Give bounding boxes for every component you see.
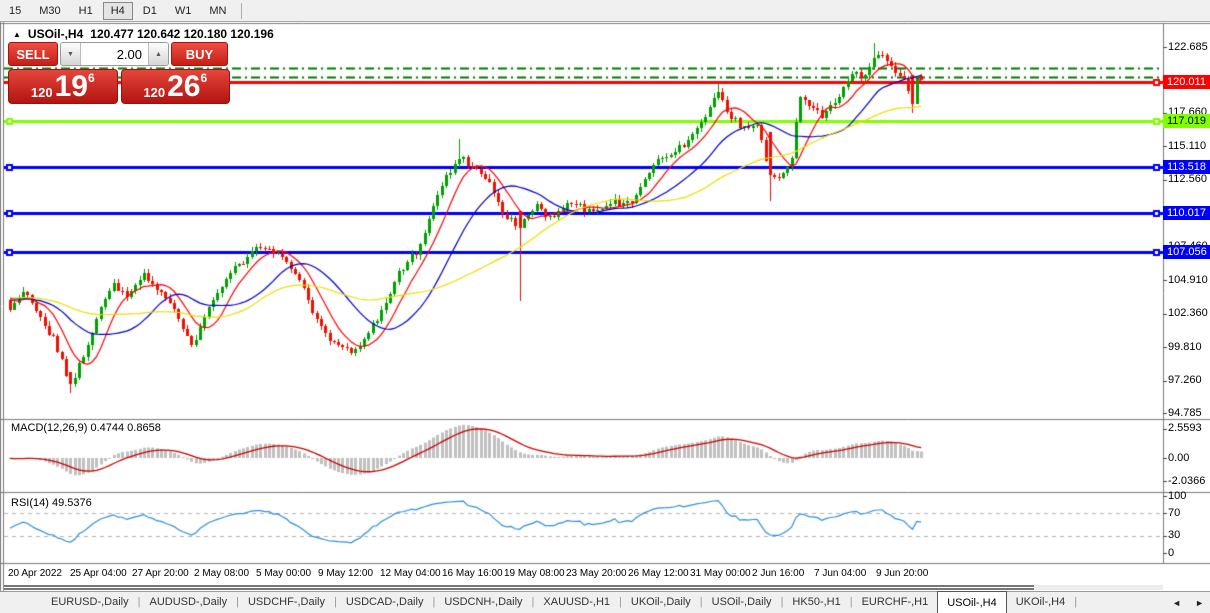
- chart-horizontal-scrollbar[interactable]: [4, 585, 1163, 590]
- time-axis-label: 7 Jun 04:00: [814, 568, 866, 579]
- macd-axis-tick: -2.0366: [1168, 475, 1205, 487]
- period-button-h1[interactable]: H1: [71, 2, 101, 20]
- time-axis-label: 9 Jun 20:00: [876, 568, 928, 579]
- chart-tab-usdcaddaily[interactable]: USDCAD-,Daily: [337, 592, 433, 613]
- mt4-window: 15M30H1H4D1W1MN ▲ USOil-,H4 120.477 120.…: [0, 0, 1210, 613]
- time-axis-label: 31 May 00:00: [690, 568, 751, 579]
- period-button-h4[interactable]: H4: [103, 2, 133, 20]
- volume-increase-button[interactable]: ▲: [148, 43, 168, 65]
- rsi-axis-tick: 30: [1168, 529, 1180, 541]
- time-axis-label: 19 May 08:00: [504, 568, 565, 579]
- time-axis-label: 12 May 04:00: [380, 568, 441, 579]
- price-axis-tick: 122.685: [1168, 41, 1208, 53]
- sell-price-main: 19: [55, 74, 88, 100]
- chart-tab-audusddaily[interactable]: AUDUSD-,Daily: [140, 592, 236, 613]
- volume-input[interactable]: [81, 43, 148, 65]
- chart-tab-eurchfh1[interactable]: EURCHF-,H1: [853, 592, 938, 613]
- tab-scroll-buttons: ◄ ►: [1172, 592, 1204, 613]
- chart-tab-eurusddaily[interactable]: EURUSD-,Daily: [42, 592, 138, 613]
- price-line-badge: 107.056: [1163, 245, 1210, 259]
- price-line-badge: 120.011: [1163, 75, 1210, 89]
- chart-title: ▲ USOil-,H4 120.477 120.642 120.180 120.…: [13, 27, 274, 41]
- macd-axis-tick: 0.00: [1168, 452, 1189, 464]
- period-button-15[interactable]: 15: [1, 2, 29, 20]
- macd-axis-tick: 2.5593: [1168, 422, 1202, 434]
- volume-decrease-button[interactable]: ▼: [61, 43, 81, 65]
- sell-price-prefix: 120: [31, 85, 53, 100]
- time-axis-label: 9 May 12:00: [318, 568, 373, 579]
- toolbar-separator: [241, 3, 242, 19]
- rsi-axis-tick: 100: [1168, 490, 1186, 502]
- time-axis-label: 25 Apr 04:00: [70, 568, 127, 579]
- chart-symbol-label: USOil-,H4: [28, 27, 83, 41]
- chart-tab-xauusdh1[interactable]: XAUUSD-,H1: [534, 592, 619, 613]
- collapse-triangle-icon: ▲: [13, 30, 21, 39]
- rsi-indicator-label: RSI(14) 49.5376: [11, 497, 92, 509]
- rsi-axis-tick: 70: [1168, 507, 1180, 519]
- buy-button[interactable]: BUY: [171, 42, 228, 66]
- sell-price-pip: 6: [88, 71, 95, 85]
- chart-ohlc-values: 120.477 120.642 120.180 120.196: [90, 27, 274, 41]
- tab-divider: |: [1074, 592, 1077, 613]
- tab-scroll-right-icon[interactable]: ►: [1195, 598, 1204, 608]
- scrollbar-thumb[interactable]: [4, 585, 1034, 590]
- price-axis-tick: 102.360: [1168, 307, 1208, 319]
- chart-tab-ukoilh4[interactable]: UKOil-,H4: [1007, 592, 1075, 613]
- time-axis-label: 16 May 16:00: [442, 568, 503, 579]
- time-axis-label: 2 May 08:00: [194, 568, 249, 579]
- price-axis-tick: 104.910: [1168, 274, 1208, 286]
- period-button-mn[interactable]: MN: [201, 2, 234, 20]
- one-click-trading-panel: SELL ▼ ▲ BUY 120 19 6 120 26 6: [8, 42, 230, 104]
- period-button-w1[interactable]: W1: [167, 2, 200, 20]
- tab-scroll-left-icon[interactable]: ◄: [1172, 598, 1181, 608]
- price-axis-tick: 112.560: [1168, 173, 1207, 185]
- price-line-badge: 110.017: [1163, 206, 1210, 220]
- sell-button[interactable]: SELL: [8, 42, 58, 66]
- chart-tab-usdcnhdaily[interactable]: USDCNH-,Daily: [435, 592, 531, 613]
- chart-tab-ukoildaily[interactable]: UKOil-,Daily: [622, 592, 700, 613]
- chart-tab-usoildaily[interactable]: USOil-,Daily: [703, 592, 781, 613]
- chart-tab-usdchfdaily[interactable]: USDCHF-,Daily: [239, 592, 334, 613]
- timeframe-toolbar: 15M30H1H4D1W1MN: [0, 0, 1210, 22]
- price-axis-tick: 94.785: [1168, 407, 1202, 419]
- price-axis-tick: 115.110: [1168, 140, 1206, 152]
- chart-tab-usoilh4[interactable]: USOil-,H4: [937, 591, 1007, 613]
- period-button-d1[interactable]: D1: [135, 2, 165, 20]
- time-axis-label: 2 Jun 16:00: [752, 568, 804, 579]
- buy-price-main: 26: [167, 74, 200, 100]
- time-axis-label: 26 May 12:00: [628, 568, 689, 579]
- volume-stepper: ▼ ▲: [60, 42, 169, 66]
- macd-indicator-label: MACD(12,26,9) 0.4744 0.8658: [11, 422, 161, 434]
- price-axis-tick: 99.810: [1168, 341, 1202, 353]
- time-axis-label: 27 Apr 20:00: [132, 568, 189, 579]
- price-axis[interactable]: 122.685117.660115.110112.560107.460104.9…: [1163, 0, 1210, 613]
- time-axis-label: 20 Apr 2022: [8, 568, 62, 579]
- sell-price-display[interactable]: 120 19 6: [8, 69, 118, 104]
- buy-price-prefix: 120: [143, 85, 165, 100]
- time-axis-label: 5 May 00:00: [256, 568, 311, 579]
- buy-price-display[interactable]: 120 26 6: [121, 69, 231, 104]
- chart-tab-hk50h1[interactable]: HK50-,H1: [783, 592, 849, 613]
- price-line-badge: 113.518: [1163, 160, 1210, 174]
- chart-tabs-bar: EURUSD-,Daily|AUDUSD-,Daily|USDCHF-,Dail…: [0, 591, 1210, 613]
- buy-price-pip: 6: [200, 71, 207, 85]
- price-axis-tick: 97.260: [1168, 374, 1202, 386]
- period-button-m30[interactable]: M30: [31, 2, 68, 20]
- price-line-badge: 117.019: [1163, 114, 1210, 128]
- time-axis-label: 23 May 20:00: [566, 568, 627, 579]
- tabbar-lead-space: [0, 592, 42, 613]
- rsi-axis-tick: 0: [1168, 547, 1174, 559]
